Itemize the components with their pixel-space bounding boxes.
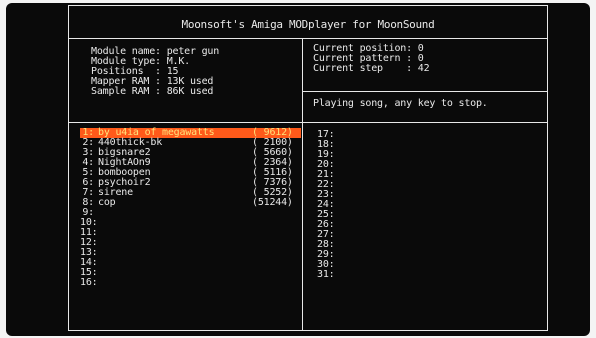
app-title: Moonsoft's Amiga MODplayer for MoonSound — [181, 18, 435, 31]
sample-ram-value: 86K used — [166, 86, 214, 97]
sample-name: cop — [98, 197, 116, 208]
sample-size: (51244) — [252, 197, 293, 208]
sample-row[interactable]: 8: cop (51244) — [80, 198, 301, 208]
sample-row[interactable]: 16: — [80, 278, 301, 288]
sample-row[interactable]: 13: — [80, 248, 301, 258]
module-info: Module name: peter gun Module type: M.K.… — [91, 47, 219, 97]
divider-center — [302, 38, 303, 331]
sample-row[interactable]: 10: — [80, 218, 301, 228]
sample-list-left: 1: by u4ia of megawatts( 9612) 2: 440thick… — [80, 128, 301, 288]
divider-status — [302, 91, 547, 92]
sample-list-right: 17: 18: 19: 20: 21: 22: 23: 24: 25: 26: … — [317, 130, 335, 280]
sample-row[interactable]: 31: — [317, 270, 335, 280]
player-screen: Moonsoft's Amiga MODplayer for MoonSound… — [68, 5, 548, 331]
current-step-value: 42 — [417, 63, 430, 74]
sample-row[interactable]: 15: — [80, 268, 301, 278]
divider-samples — [69, 122, 547, 123]
sample-ram-row: Sample RAM : 86K used — [91, 86, 214, 97]
current-step-row: Current step : 42 — [313, 63, 430, 74]
playback-info: Current position: 0 Current pattern : 0 … — [313, 44, 430, 74]
divider-title — [69, 38, 547, 39]
sample-row[interactable]: 11: — [80, 228, 301, 238]
sample-row[interactable]: 9: — [80, 208, 301, 218]
sample-row[interactable]: 12: — [80, 238, 301, 248]
sample-row[interactable]: 14: — [80, 258, 301, 268]
status-text: Playing song, any key to stop. — [313, 98, 488, 109]
